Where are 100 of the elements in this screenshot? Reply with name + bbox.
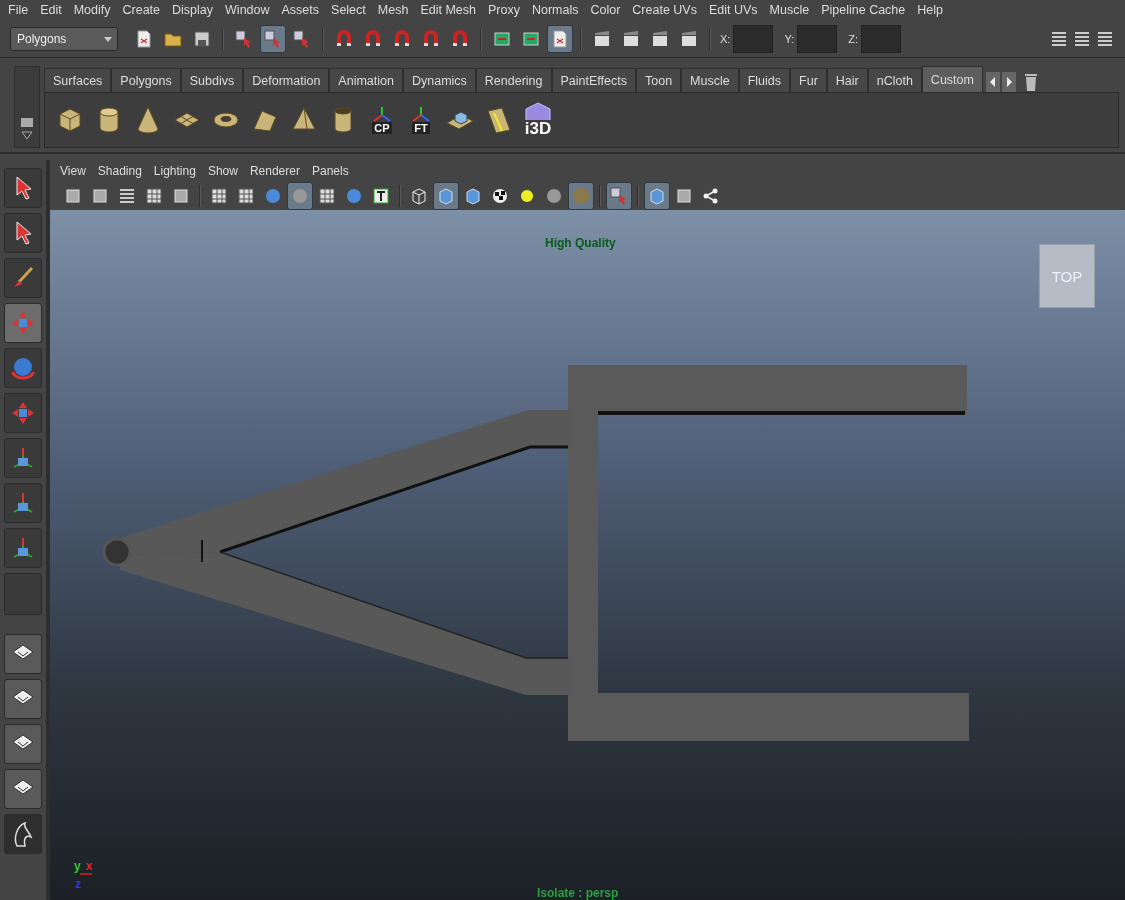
grid-icon [209, 186, 229, 206]
shaded-cube-icon [463, 186, 483, 206]
shelf-tab[interactable]: Surfaces [44, 68, 112, 92]
menu-item[interactable]: Edit UVs [704, 3, 766, 17]
layout-button[interactable] [4, 724, 42, 764]
menu-item[interactable]: Pipeline Cache [817, 3, 914, 17]
panel-menu-item[interactable]: Show [203, 164, 246, 178]
text-icon [371, 186, 391, 206]
menu-item[interactable]: Create [118, 3, 169, 17]
shelf-tab[interactable]: Fur [790, 68, 827, 92]
layout-button[interactable] [4, 679, 42, 719]
sphere-icon [344, 186, 364, 206]
panel-menu-item[interactable]: Lighting [149, 164, 204, 178]
shelf-tab[interactable]: PaintEffects [551, 68, 636, 92]
shelf-button[interactable]: i3D [521, 100, 555, 140]
document-button[interactable] [547, 24, 573, 53]
magnet-icon [334, 28, 354, 49]
tool-button[interactable] [4, 348, 42, 388]
tool-icon [63, 186, 83, 206]
tool-button[interactable] [4, 213, 42, 253]
shelf-tab[interactable]: Fluids [738, 68, 791, 92]
menu-item[interactable]: Window [221, 3, 278, 17]
trash-icon[interactable] [1023, 72, 1038, 92]
shelf-button[interactable]: FT [404, 100, 438, 140]
tool-button[interactable] [4, 393, 42, 433]
shelf-tab[interactable]: Dynamics [402, 68, 476, 92]
shelf-tab[interactable]: Subdivs [180, 68, 244, 92]
panel-menu-item[interactable]: Shading [93, 164, 150, 178]
matte-ball-button[interactable] [287, 182, 313, 210]
shelf-menu-icon [20, 117, 34, 141]
axis-label: y [74, 860, 81, 872]
clapperboard-icon [679, 28, 699, 49]
menu-item[interactable]: Assets [277, 3, 328, 17]
menu-item[interactable]: File [4, 3, 37, 17]
selection-button[interactable] [260, 24, 286, 53]
coordinate-label: Y: [784, 32, 795, 45]
clapperboard-icon [592, 28, 612, 49]
shelf-tab[interactable]: Animation [329, 68, 403, 92]
scroll-right-icon[interactable] [1001, 72, 1016, 92]
menu-item[interactable]: Edit [36, 3, 70, 17]
shelf-handle[interactable] [14, 66, 40, 148]
app-logo-button[interactable] [4, 814, 42, 854]
grid-icon [236, 186, 256, 206]
layout-button[interactable] [4, 634, 42, 674]
menu-item[interactable]: Color [586, 3, 629, 17]
panel-menu-item[interactable]: Panels [307, 164, 357, 178]
tool-icon [90, 186, 110, 206]
empty-tool-slot [4, 573, 42, 615]
coordinate-label: Z: [848, 32, 858, 45]
shaded-cube-button[interactable] [433, 182, 459, 210]
shelf-tab[interactable]: Custom [921, 66, 983, 92]
tool-button[interactable] [4, 483, 42, 523]
shelf-tab[interactable]: Polygons [111, 68, 181, 92]
hud-label: High Quality [545, 236, 616, 250]
document-icon [134, 28, 154, 49]
selection-button[interactable] [606, 182, 632, 210]
menu-item[interactable]: Normals [527, 3, 587, 17]
grid-icon [144, 186, 164, 206]
tool-button[interactable] [4, 438, 42, 478]
shaded-ball-button[interactable] [568, 182, 594, 210]
menu-item[interactable]: Proxy [483, 3, 528, 17]
shelf-tab[interactable]: Rendering [475, 68, 552, 92]
shelf-tab[interactable]: Muscle [681, 68, 739, 92]
save-icon [192, 28, 212, 49]
checker-ball-icon [490, 186, 510, 206]
coordinate-field[interactable] [861, 24, 901, 53]
menu-item[interactable]: Muscle [765, 3, 818, 17]
shelf-tab[interactable]: Hair [826, 68, 868, 92]
scroll-left-icon[interactable] [985, 72, 1000, 92]
layout-button[interactable] [4, 769, 42, 809]
tool-button[interactable] [4, 168, 42, 208]
shelf-button[interactable]: CP [365, 100, 399, 140]
panel-menu-item[interactable]: View [56, 164, 94, 178]
panel-menu-item[interactable]: Renderer [245, 164, 308, 178]
isolate-label: Isolate : persp [537, 886, 619, 900]
tool-button[interactable] [4, 303, 42, 343]
shelf-tab[interactable]: Toon [636, 68, 682, 92]
shaded-cube-icon [647, 186, 667, 206]
tool-button[interactable] [4, 258, 42, 298]
shaded-ball-icon [571, 186, 591, 206]
shaded-cube-button[interactable] [644, 182, 670, 210]
list-icon [117, 186, 137, 206]
menu-item[interactable]: Help [913, 3, 951, 17]
menu-item[interactable]: Display [168, 3, 222, 17]
axis-label: z [75, 878, 81, 890]
coordinate-field[interactable] [733, 24, 774, 53]
menu-item[interactable]: Edit Mesh [416, 3, 484, 17]
tool-button[interactable] [4, 528, 42, 568]
mode-dropdown[interactable]: Polygons [10, 26, 118, 51]
magnet-icon [363, 28, 383, 49]
menu-item[interactable]: Create UVs [628, 3, 705, 17]
shelf-tab[interactable]: Deformation [243, 68, 330, 92]
matte-ball-icon [290, 186, 310, 206]
shelf-tab[interactable]: nCloth [867, 68, 922, 92]
grid-icon [317, 186, 337, 206]
menu-item[interactable]: Modify [69, 3, 119, 17]
menu-item[interactable]: Mesh [373, 3, 417, 17]
matte-ball-icon [544, 186, 564, 206]
coordinate-field[interactable] [797, 24, 838, 53]
menu-item[interactable]: Select [327, 3, 374, 17]
